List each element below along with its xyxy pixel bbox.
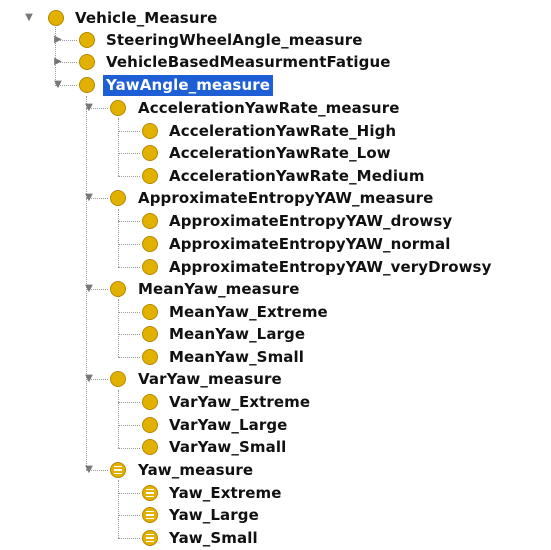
equivalent-class-icon <box>142 507 158 523</box>
tree-node-varyaw-measure[interactable]: ▼ VarYaw_measure <box>0 368 380 391</box>
class-hierarchy-tree: ▼ Vehicle_Measure ▶ SteeringWheelAngle_m… <box>0 0 551 549</box>
tree-node-label: ApproximateEntropyYAW_normal <box>169 235 451 253</box>
tree-node-label: Yaw_measure <box>138 461 254 479</box>
tree-node-label: AccelerationYawRate_High <box>169 122 397 140</box>
class-icon <box>79 32 95 48</box>
tree-node-accelerationyawrate-high[interactable]: AccelerationYawRate_High <box>0 120 460 143</box>
tree-node-label: AccelerationYawRate_measure <box>138 99 400 117</box>
tree-node-label: VehicleBasedMeasurmentFatigue <box>106 53 391 71</box>
tree-node-meanyaw-large[interactable]: MeanYaw_Large <box>0 323 380 346</box>
tree-node-yawangle-measure[interactable]: ▼ YawAngle_measure <box>0 74 320 97</box>
expand-toggle-icon[interactable]: ▼ <box>52 79 64 91</box>
tree-node-meanyaw-small[interactable]: MeanYaw_Small <box>0 346 380 369</box>
tree-node-label: MeanYaw_Extreme <box>169 303 328 321</box>
class-icon <box>48 10 64 26</box>
class-icon <box>142 213 158 229</box>
tree-node-label: VarYaw_Small <box>169 438 287 456</box>
tree-node-label: Yaw_Large <box>169 506 259 524</box>
tree-node-label: Yaw_Small <box>169 529 258 547</box>
tree-node-vehicle-measure[interactable]: ▼ Vehicle_Measure <box>0 7 260 30</box>
tree-node-label: VarYaw_Large <box>169 416 288 434</box>
tree-node-label: MeanYaw_Large <box>169 325 306 343</box>
tree-node-vehiclebasedmeasurmentfatigue[interactable]: ▶ VehicleBasedMeasurmentFatigue <box>0 51 440 74</box>
tree-node-accelerationyawrate-low[interactable]: AccelerationYawRate_Low <box>0 142 460 165</box>
class-icon <box>142 304 158 320</box>
equivalent-class-icon <box>110 462 126 478</box>
tree-node-label: ApproximateEntropyYAW_drowsy <box>169 212 453 230</box>
tree-node-approximateentropyyaw-measure[interactable]: ▼ ApproximateEntropyYAW_measure <box>0 187 500 210</box>
tree-node-steeringwheelangle-measure[interactable]: ▶ SteeringWheelAngle_measure <box>0 29 420 52</box>
tree-node-label: AccelerationYawRate_Low <box>169 144 391 162</box>
expand-toggle-icon[interactable]: ▼ <box>83 464 95 476</box>
class-icon <box>79 77 95 93</box>
class-icon <box>142 236 158 252</box>
class-icon <box>142 145 158 161</box>
class-icon <box>110 100 126 116</box>
tree-node-varyaw-large[interactable]: VarYaw_Large <box>0 414 380 437</box>
tree-node-meanyaw-measure[interactable]: ▼ MeanYaw_measure <box>0 278 380 301</box>
expand-toggle-icon[interactable]: ▼ <box>83 192 95 204</box>
expand-toggle-icon[interactable]: ▼ <box>83 373 95 385</box>
tree-node-label: VarYaw_measure <box>138 370 282 388</box>
tree-node-yaw-extreme[interactable]: Yaw_Extreme <box>0 482 380 505</box>
class-icon <box>142 439 158 455</box>
expand-toggle-icon[interactable]: ▼ <box>83 102 95 114</box>
tree-node-label: Yaw_Extreme <box>169 484 282 502</box>
equivalent-class-icon <box>142 485 158 501</box>
class-icon <box>142 394 158 410</box>
collapse-toggle-icon[interactable]: ▶ <box>52 56 64 68</box>
tree-node-label: ApproximateEntropyYAW_measure <box>138 189 434 207</box>
tree-node-label: AccelerationYawRate_Medium <box>169 167 425 185</box>
tree-node-label: ApproximateEntropyYAW_veryDrowsy <box>169 258 492 276</box>
collapse-toggle-icon[interactable]: ▶ <box>52 34 64 46</box>
tree-node-accelerationyawrate-medium[interactable]: AccelerationYawRate_Medium <box>0 165 480 188</box>
tree-node-meanyaw-extreme[interactable]: MeanYaw_Extreme <box>0 301 380 324</box>
tree-node-label: Vehicle_Measure <box>75 9 218 27</box>
class-icon <box>142 417 158 433</box>
tree-node-accelerationyawrate-measure[interactable]: ▼ AccelerationYawRate_measure <box>0 97 460 120</box>
class-icon <box>110 371 126 387</box>
tree-node-label: VarYaw_Extreme <box>169 393 311 411</box>
expand-toggle-icon[interactable]: ▼ <box>23 12 35 24</box>
class-icon <box>110 281 126 297</box>
class-icon <box>142 168 158 184</box>
tree-node-label: SteeringWheelAngle_measure <box>106 31 363 49</box>
tree-node-approximateentropyyaw-verydrowsy[interactable]: ApproximateEntropyYAW_veryDrowsy <box>0 256 551 279</box>
tree-node-yaw-measure[interactable]: ▼ Yaw_measure <box>0 459 380 482</box>
tree-node-yaw-large[interactable]: Yaw_Large <box>0 504 380 527</box>
equivalent-class-icon <box>142 530 158 546</box>
tree-node-label: MeanYaw_Small <box>169 348 305 366</box>
tree-node-varyaw-small[interactable]: VarYaw_Small <box>0 436 380 459</box>
tree-node-yaw-small[interactable]: Yaw_Small <box>0 527 380 550</box>
expand-toggle-icon[interactable]: ▼ <box>83 283 95 295</box>
class-icon <box>110 190 126 206</box>
class-icon <box>142 349 158 365</box>
tree-node-approximateentropyyaw-normal[interactable]: ApproximateEntropyYAW_normal <box>0 233 520 256</box>
class-icon <box>79 54 95 70</box>
tree-node-label-selected: YawAngle_measure <box>103 75 274 96</box>
tree-node-label: MeanYaw_measure <box>138 280 300 298</box>
class-icon <box>142 326 158 342</box>
class-icon <box>142 259 158 275</box>
tree-node-approximateentropyyaw-drowsy[interactable]: ApproximateEntropyYAW_drowsy <box>0 210 520 233</box>
class-icon <box>142 123 158 139</box>
tree-node-varyaw-extreme[interactable]: VarYaw_Extreme <box>0 391 380 414</box>
